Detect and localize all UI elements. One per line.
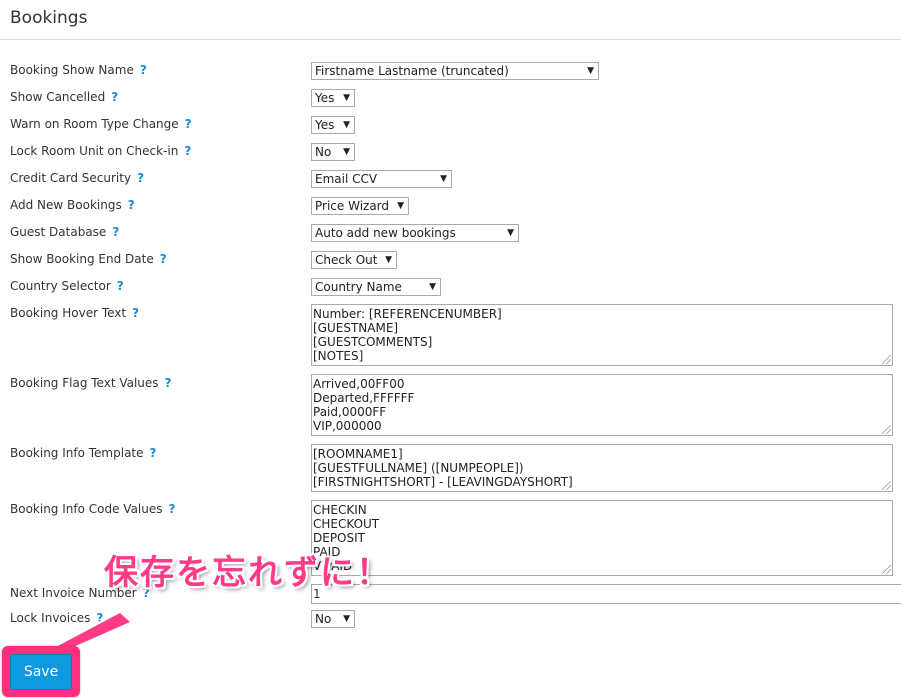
- callout-arrow-icon: [42, 610, 134, 662]
- save-button[interactable]: Save: [10, 654, 72, 690]
- save-button-highlight: Save: [2, 646, 80, 697]
